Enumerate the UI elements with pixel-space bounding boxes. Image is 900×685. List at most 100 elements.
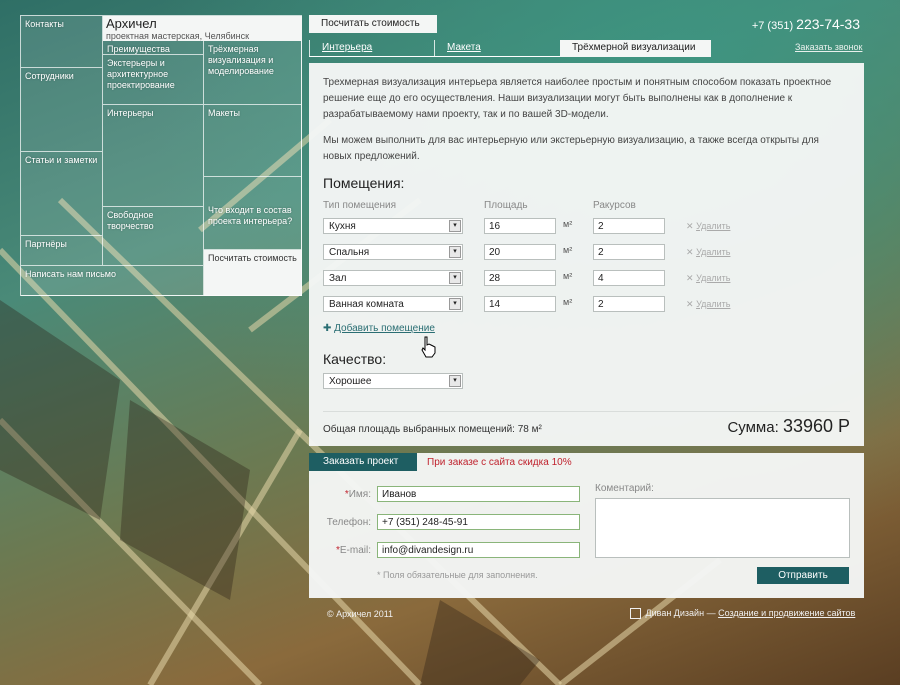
- menu-advantages-label: Преимущества: [107, 44, 170, 54]
- menu-interiors-label: Интерьеры: [107, 108, 154, 118]
- room-type-value: Ванная комната: [329, 299, 404, 310]
- menu-write-us[interactable]: Написать нам письмо: [21, 266, 204, 296]
- tab-interior-label: Интерьера: [322, 42, 373, 53]
- room-row: Спальня ▾ 20 м² 2 ✕ Удалить: [323, 241, 850, 267]
- name-field[interactable]: Иванов: [377, 486, 580, 502]
- room-area-input[interactable]: 14: [484, 296, 556, 312]
- delete-label: Удалить: [696, 247, 731, 257]
- col-room-type: Тип помещения: [323, 200, 397, 211]
- intro-text: Трехмерная визуализация интерьера являет…: [323, 75, 850, 165]
- dropdown-arrow-icon: ▾: [449, 272, 461, 284]
- dropdown-arrow-icon: ▾: [449, 246, 461, 258]
- delete-label: Удалить: [696, 221, 731, 231]
- room-views-input[interactable]: 2: [593, 218, 665, 234]
- delete-icon: ✕: [686, 221, 694, 231]
- intro-paragraph-2: Мы можем выполнить для вас интерьерную и…: [323, 135, 819, 162]
- menu-advantages[interactable]: Преимущества: [103, 41, 204, 55]
- menu-visualization[interactable]: Трёхмерная визуализация и моделирование: [204, 41, 302, 105]
- dropdown-arrow-icon: ▾: [449, 375, 461, 387]
- rooms-heading: Помещения:: [323, 175, 405, 191]
- quality-select[interactable]: Хорошее ▾: [323, 373, 463, 389]
- room-row: Кухня ▾ 16 м² 2 ✕ Удалить: [323, 215, 850, 241]
- tab-model-label: Макета: [447, 42, 481, 53]
- room-type-select[interactable]: Спальня ▾: [323, 244, 463, 260]
- site-menu: Контакты Архичел проектная мастерская, Ч…: [20, 15, 302, 296]
- order-tab[interactable]: Заказать проект: [309, 453, 417, 471]
- comment-textarea[interactable]: [595, 498, 850, 558]
- phone: +7 (351) 223-74-33: [752, 16, 860, 32]
- menu-calc-cost[interactable]: Посчитать стоимость: [204, 250, 302, 296]
- rooms-column-headers: Тип помещения Площадь Ракурсов: [323, 197, 850, 215]
- menu-articles-label: Статьи и заметки: [25, 155, 98, 165]
- delete-icon: ✕: [686, 299, 694, 309]
- phone-field[interactable]: +7 (351) 248-45-91: [377, 514, 580, 530]
- room-row: Зал ▾ 28 м² 4 ✕ Удалить: [323, 267, 850, 293]
- delete-icon: ✕: [686, 247, 694, 257]
- discount-note: При заказе с сайта скидка 10%: [427, 457, 572, 468]
- menu-articles[interactable]: Статьи и заметки: [21, 152, 103, 236]
- delete-room-button[interactable]: ✕ Удалить: [686, 273, 730, 284]
- menu-partners-label: Партнёры: [25, 239, 67, 249]
- menu-interiors[interactable]: Интерьеры: [103, 105, 204, 207]
- studio-name[interactable]: Диван Дизайн: [646, 608, 705, 618]
- room-area-input[interactable]: 16: [484, 218, 556, 234]
- add-room-button[interactable]: ✚ Добавить помещение: [323, 323, 850, 339]
- room-area-input[interactable]: 20: [484, 244, 556, 260]
- menu-visualization-label: Трёхмерная визуализация и моделирование: [208, 44, 274, 76]
- copyright: © Архичел 2011: [327, 609, 394, 619]
- plus-icon: ✚: [323, 323, 332, 334]
- sum-label: Сумма:: [727, 419, 779, 436]
- intro-paragraph-1: Трехмерная визуализация интерьера являет…: [323, 77, 832, 120]
- menu-free-creativity[interactable]: Свободное творчество: [103, 207, 204, 266]
- menu-exteriors[interactable]: Экстерьеры и архитектурное проектировани…: [103, 55, 204, 105]
- area-unit: м²: [563, 297, 573, 307]
- col-views: Ракурсов: [593, 200, 636, 211]
- room-type-select[interactable]: Кухня ▾: [323, 218, 463, 234]
- comment-label: Коментарий:: [595, 483, 654, 494]
- room-area-input[interactable]: 28: [484, 270, 556, 286]
- delete-room-button[interactable]: ✕ Удалить: [686, 299, 730, 310]
- tab-interior[interactable]: Интерьера: [309, 40, 434, 57]
- add-room-label: Добавить помещение: [334, 323, 435, 334]
- room-type-value: Спальня: [329, 247, 370, 258]
- quality-heading: Качество:: [323, 351, 387, 367]
- menu-contacts[interactable]: Контакты: [21, 16, 103, 68]
- email-field[interactable]: info@divandesign.ru: [377, 542, 580, 558]
- delete-room-button[interactable]: ✕ Удалить: [686, 221, 730, 232]
- room-row: Ванная комната ▾ 14 м² 2 ✕ Удалить: [323, 293, 850, 319]
- calculator-panel: Трехмерная визуализация интерьера являет…: [309, 63, 864, 446]
- footer-dash: —: [706, 608, 716, 618]
- menu-contacts-label: Контакты: [25, 19, 64, 29]
- phone-label: Телефон:: [326, 517, 371, 528]
- phone-number: 223-74-33: [796, 16, 860, 32]
- menu-exteriors-label: Экстерьеры и архитектурное проектировани…: [107, 58, 175, 90]
- room-views-input[interactable]: 2: [593, 296, 665, 312]
- room-views-input[interactable]: 2: [593, 244, 665, 260]
- menu-models-label: Макеты: [208, 108, 240, 118]
- sum-value: 33960 Р: [782, 416, 850, 436]
- divider: [323, 411, 850, 412]
- menu-design-project[interactable]: Что входит в состав проекта интерьера?: [204, 177, 302, 250]
- area-unit: м²: [563, 219, 573, 229]
- total-area: Общая площадь выбранных помещений: 78 м²: [323, 424, 542, 435]
- menu-models[interactable]: Макеты: [204, 105, 302, 177]
- room-type-select[interactable]: Зал ▾: [323, 270, 463, 286]
- menu-partners[interactable]: Партнёры: [21, 236, 103, 266]
- room-type-select[interactable]: Ванная комната ▾: [323, 296, 463, 312]
- required-note: * Поля обязательные для заполнения.: [377, 570, 538, 580]
- submit-button[interactable]: Отправить: [757, 567, 849, 584]
- tab-visualization[interactable]: Трёхмерной визуализации: [560, 40, 711, 57]
- studio-link[interactable]: Создание и продвижение сайтов: [718, 608, 855, 618]
- callback-link[interactable]: Заказать звонок: [795, 42, 862, 52]
- quality-value: Хорошее: [329, 376, 372, 387]
- email-label-text: E-mail:: [339, 545, 371, 556]
- delete-room-button[interactable]: ✕ Удалить: [686, 247, 730, 258]
- room-views-input[interactable]: 4: [593, 270, 665, 286]
- tab-model[interactable]: Макета: [434, 40, 560, 57]
- brand-name: Архичел: [106, 16, 157, 31]
- quality-row: Хорошее ▾: [323, 371, 850, 393]
- delete-icon: ✕: [686, 273, 694, 283]
- brand[interactable]: Архичел проектная мастерская, Челябинск: [103, 16, 302, 41]
- menu-calc-cost-label: Посчитать стоимость: [208, 253, 297, 263]
- menu-staff[interactable]: Сотрудники: [21, 68, 103, 152]
